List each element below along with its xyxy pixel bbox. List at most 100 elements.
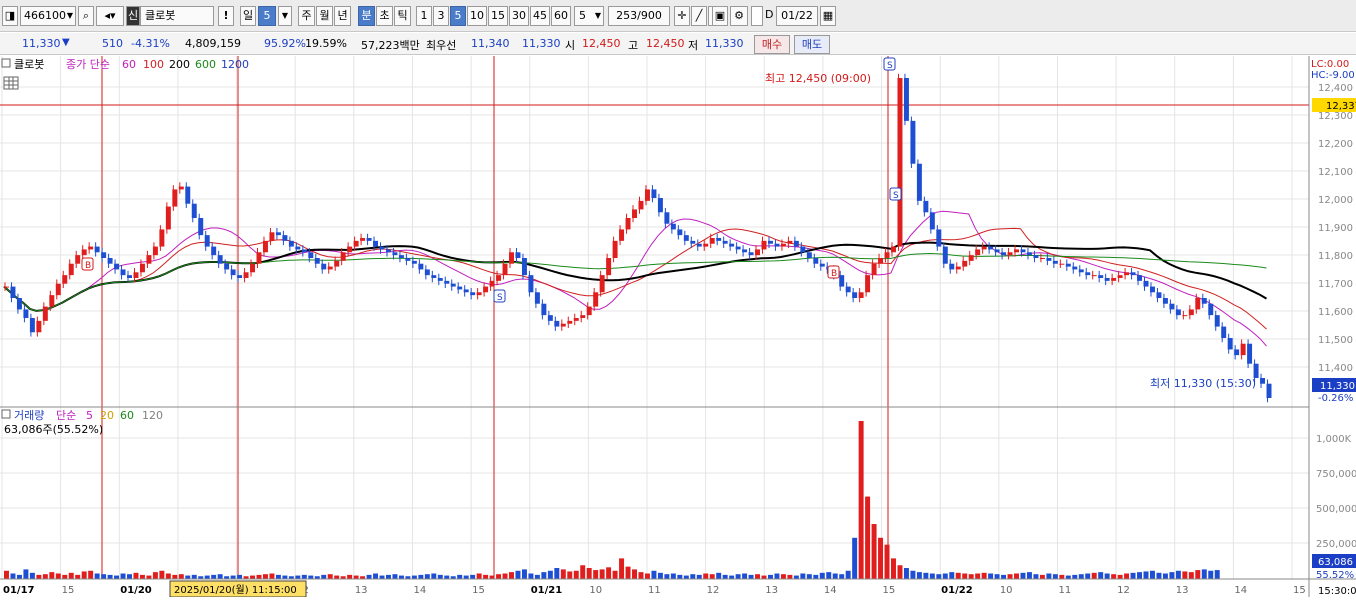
period-month-button[interactable]: 월 (316, 6, 333, 26)
count-select[interactable]: 5 ▼ (574, 6, 604, 26)
buy-button[interactable]: 매수 (754, 35, 790, 54)
crosshair-icon[interactable]: ✛ (674, 6, 690, 26)
time-tick: 15 (62, 585, 75, 596)
stock-code-input[interactable]: 466100 ▼ (20, 6, 76, 26)
candle-body (282, 235, 288, 241)
candle-body (962, 260, 968, 267)
low-annotation: 최저 11,330 (15:30) (1150, 377, 1256, 390)
candle-body (910, 120, 916, 164)
sell-button[interactable]: 매도 (794, 35, 830, 54)
candle-body (1007, 252, 1013, 256)
candle-body (1221, 326, 1227, 338)
candle-body (955, 266, 961, 270)
time-tick: 15 (1293, 585, 1306, 596)
alert-icon[interactable]: ! (218, 6, 234, 26)
legend-box-icon[interactable] (1, 409, 11, 419)
time-tick: 10 (1000, 585, 1013, 596)
minute-1-button[interactable]: 1 (416, 6, 432, 26)
period-minute-button[interactable]: 분 (358, 6, 375, 26)
volume-bar (780, 574, 786, 579)
volume-bar (49, 572, 55, 579)
candle-body (418, 263, 424, 270)
candle-body (1182, 315, 1188, 317)
volume-bar (515, 570, 521, 579)
time-tick: 01/22 (941, 585, 973, 596)
volume-bar (865, 496, 871, 579)
period-num-field[interactable]: 5 (258, 6, 276, 26)
candle-body (457, 286, 463, 290)
candle-body (327, 266, 333, 270)
candle-body (515, 252, 521, 258)
draw-line-icon[interactable]: ╱ (691, 6, 707, 26)
minute-10-button[interactable]: 10 (467, 6, 487, 26)
legend-box-icon[interactable] (1, 58, 11, 68)
period-day-button[interactable]: 일 (240, 6, 256, 26)
save-icon[interactable]: ▣ (712, 6, 728, 26)
candle-body (521, 258, 527, 276)
volume-bar (586, 568, 592, 579)
period-year-button[interactable]: 년 (334, 6, 351, 26)
period-second-button[interactable]: 초 (376, 6, 393, 26)
candle-body (256, 252, 262, 264)
candle-body (1208, 303, 1214, 316)
volume-bar (858, 421, 864, 579)
sound-icon[interactable]: ◂▾ (96, 6, 124, 26)
volume-bar (742, 573, 748, 579)
minute-60-button[interactable]: 60 (551, 6, 571, 26)
toolbar: ◨ 466100 ▼ ⌕ ◂▾ 신 클로봇 ! 일 5 ▼ 주 월 년 분 초 틱… (0, 0, 1356, 32)
calendar-icon[interactable]: ▦ (820, 6, 836, 26)
period-tick-button[interactable]: 틱 (394, 6, 411, 26)
candle-body (709, 238, 715, 244)
paging-field[interactable]: 253/900 (608, 6, 670, 26)
volume-bar (638, 572, 644, 579)
volume-bar (891, 558, 896, 579)
table-icon[interactable] (3, 76, 19, 90)
volume-bar (1001, 574, 1007, 579)
volume-bar (295, 575, 301, 579)
gear-icon[interactable]: ⚙ (730, 6, 748, 26)
volume-bar (62, 574, 68, 579)
signal-label: B (831, 269, 837, 279)
date-input[interactable]: 01/22 (776, 6, 818, 26)
minute-5-button[interactable]: 5 (450, 6, 466, 26)
candle-body (1227, 338, 1233, 350)
candle-body (865, 275, 871, 293)
candle-body (638, 200, 644, 210)
date-checkbox[interactable] (751, 6, 763, 26)
search-icon[interactable]: ⌕ (78, 6, 94, 26)
stock-name-field[interactable]: 클로봇 (140, 6, 214, 26)
volume-bar (457, 574, 463, 579)
ma-200-line (3, 241, 1268, 312)
layout-icon[interactable]: ◨ (2, 6, 18, 26)
volume-bar (127, 574, 132, 579)
chart-area[interactable]: 12,400 12,300 12,200 12,100 12,000 11,900 11,8… (0, 56, 1356, 598)
volume-bar (133, 572, 139, 579)
period-dropdown-icon[interactable]: ▼ (278, 6, 292, 26)
volume-bar (502, 573, 508, 579)
candle-body (211, 246, 217, 256)
volume-bar (683, 575, 689, 579)
candle-body (75, 255, 81, 264)
candle-body (767, 240, 773, 244)
volume-bar (936, 574, 942, 579)
minute-30-button[interactable]: 30 (509, 6, 529, 26)
open-price: 12,450 (582, 37, 621, 50)
volume-bar (23, 569, 29, 579)
lc-label: LC:0.00 (1311, 59, 1349, 70)
volume-bar (269, 573, 275, 579)
period-week-button[interactable]: 주 (298, 6, 315, 26)
candle-body (580, 315, 586, 318)
volume-bar (120, 573, 126, 579)
candle-body (334, 260, 340, 267)
candle-body (1046, 258, 1052, 261)
candle-body (424, 269, 430, 276)
minute-3-button[interactable]: 3 (433, 6, 449, 26)
volume-bar (994, 574, 1000, 579)
volume-bar (139, 574, 145, 579)
candle-body (483, 286, 489, 293)
volume-bar (942, 573, 948, 579)
candle-body (1169, 303, 1175, 310)
minute-45-button[interactable]: 45 (530, 6, 550, 26)
minute-15-button[interactable]: 15 (488, 6, 508, 26)
stock-chart[interactable]: 12,400 12,300 12,200 12,100 12,000 11,900 11,8… (0, 56, 1356, 598)
